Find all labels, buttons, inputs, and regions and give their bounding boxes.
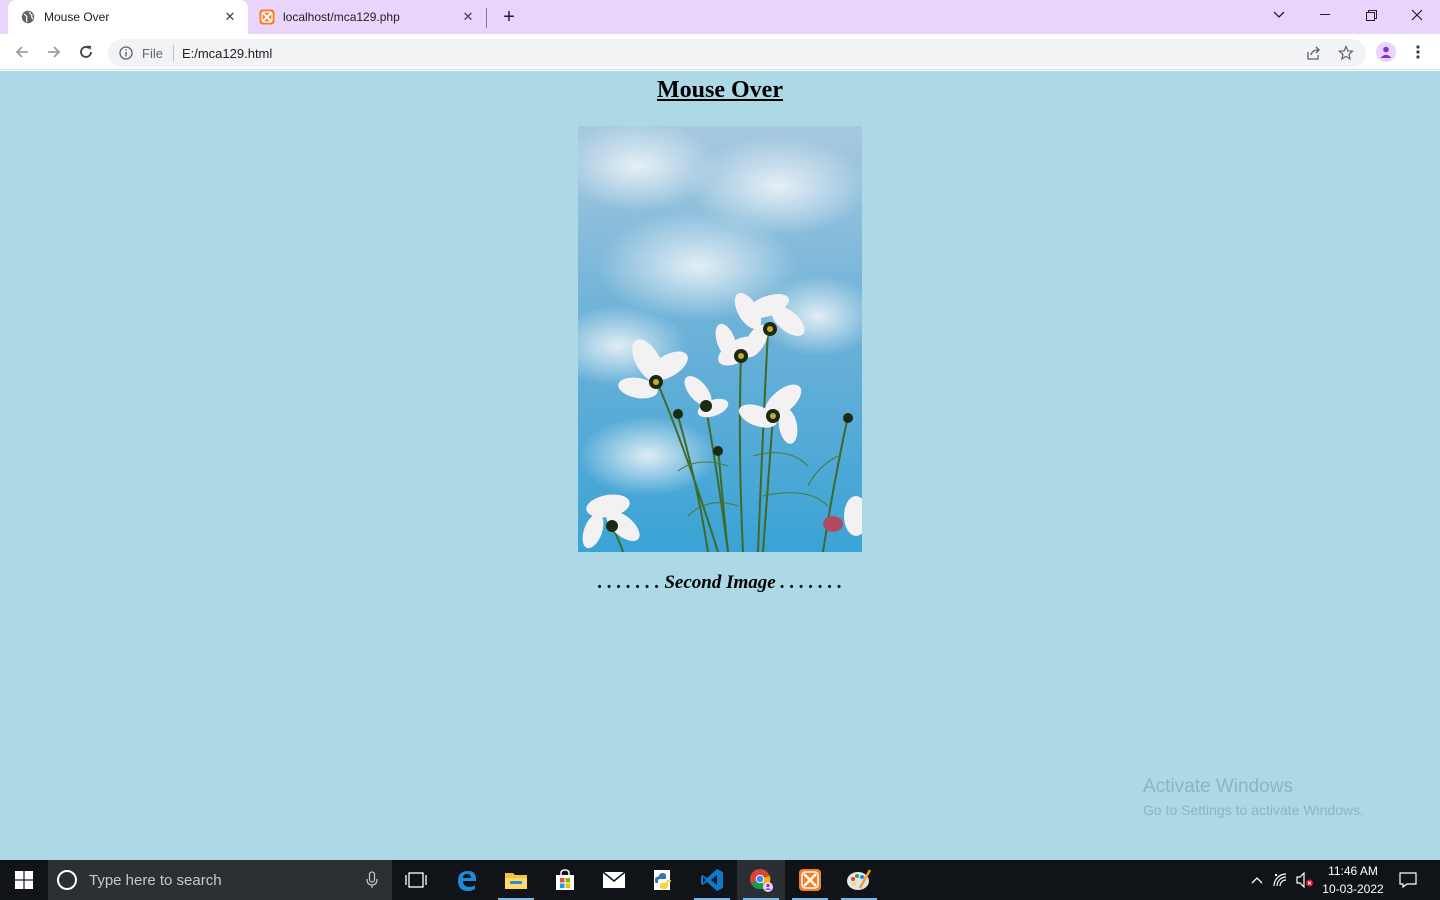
share-icon[interactable] (1306, 45, 1322, 61)
reload-button[interactable] (74, 40, 98, 64)
notification-center-icon[interactable] (1394, 860, 1422, 900)
microphone-icon[interactable] (366, 871, 378, 893)
restore-button[interactable] (1348, 0, 1394, 30)
info-icon[interactable] (118, 45, 134, 61)
address-bar[interactable]: File E:/mca129.html (108, 39, 1366, 67)
tab-mouse-over[interactable]: Mouse Over ✕ (8, 0, 248, 34)
start-button[interactable] (0, 860, 48, 900)
tab-title: Mouse Over (44, 10, 110, 24)
network-icon[interactable] (1270, 860, 1292, 900)
profile-avatar-button[interactable] (1376, 42, 1396, 62)
windows-logo-icon (15, 871, 33, 889)
back-arrow-icon (15, 46, 28, 58)
watermark-title: Activate Windows (1143, 776, 1293, 797)
watermark-subtitle: Go to Settings to activate Windows. (1143, 802, 1364, 818)
forward-arrow-icon (48, 46, 61, 58)
page-content: Mouse Over . . . . . . . Second Image . … (0, 71, 1440, 860)
show-hidden-icons-chevron-icon[interactable] (1248, 860, 1266, 900)
activate-windows-watermark: Activate Windows Go to Settings to activ… (1143, 776, 1364, 818)
globe-icon (20, 9, 36, 25)
store-icon[interactable] (541, 860, 589, 900)
mail-icon[interactable] (590, 860, 638, 900)
xampp-icon[interactable] (786, 860, 834, 900)
cortana-icon (57, 870, 77, 890)
kebab-menu-icon (1416, 45, 1420, 59)
taskbar-search-box[interactable]: Type here to search (48, 860, 392, 900)
tab-separator (486, 8, 487, 28)
search-placeholder: Type here to search (89, 871, 222, 889)
browser-toolbar: File E:/mca129.html (0, 34, 1440, 70)
chevron-down-icon (1273, 11, 1285, 18)
tab-strip: Mouse Over ✕ localhost/mca129.php ✕ + (0, 0, 1440, 34)
close-tab-icon[interactable]: ✕ (222, 9, 238, 25)
file-explorer-icon[interactable] (492, 860, 540, 900)
vscode-icon[interactable] (688, 860, 736, 900)
flower-photo[interactable] (578, 126, 862, 552)
edge-icon[interactable] (443, 860, 491, 900)
task-view-icon[interactable] (392, 860, 440, 900)
paint-icon[interactable] (835, 860, 883, 900)
bookmark-star-icon[interactable] (1338, 45, 1354, 61)
close-tab-icon[interactable]: ✕ (460, 9, 476, 25)
clock-time: 11:46 AM (1328, 864, 1378, 878)
chrome-icon[interactable] (737, 860, 785, 900)
windows-taskbar: Type here to search 11:46 AM 10-03-2022 (0, 860, 1440, 900)
forward-button[interactable] (42, 40, 66, 64)
new-tab-button[interactable]: + (498, 6, 520, 28)
tab-search-button[interactable] (1256, 0, 1302, 30)
minimize-icon (1320, 14, 1330, 15)
close-icon (1411, 9, 1423, 21)
tab-localhost[interactable]: localhost/mca129.php ✕ (248, 0, 486, 34)
close-window-button[interactable] (1394, 0, 1440, 30)
scheme-label: File (142, 45, 163, 61)
python-icon[interactable] (639, 860, 687, 900)
address-separator (172, 45, 174, 61)
taskbar-clock[interactable]: 11:46 AM 10-03-2022 (1316, 862, 1390, 898)
page-heading: Mouse Over (657, 77, 783, 103)
clock-date: 10-03-2022 (1322, 882, 1384, 896)
tab-title: localhost/mca129.php (283, 10, 400, 24)
minimize-button[interactable] (1302, 0, 1348, 30)
person-icon (1380, 46, 1392, 58)
browser-menu-button[interactable] (1410, 42, 1426, 62)
restore-icon (1365, 9, 1377, 21)
reload-icon (80, 45, 92, 58)
xampp-icon (259, 9, 275, 25)
back-button[interactable] (10, 40, 34, 64)
volume-muted-icon[interactable] (1294, 860, 1316, 900)
url-text[interactable]: E:/mca129.html (182, 46, 1366, 61)
image-caption: . . . . . . . Second Image . . . . . . . (597, 572, 843, 593)
